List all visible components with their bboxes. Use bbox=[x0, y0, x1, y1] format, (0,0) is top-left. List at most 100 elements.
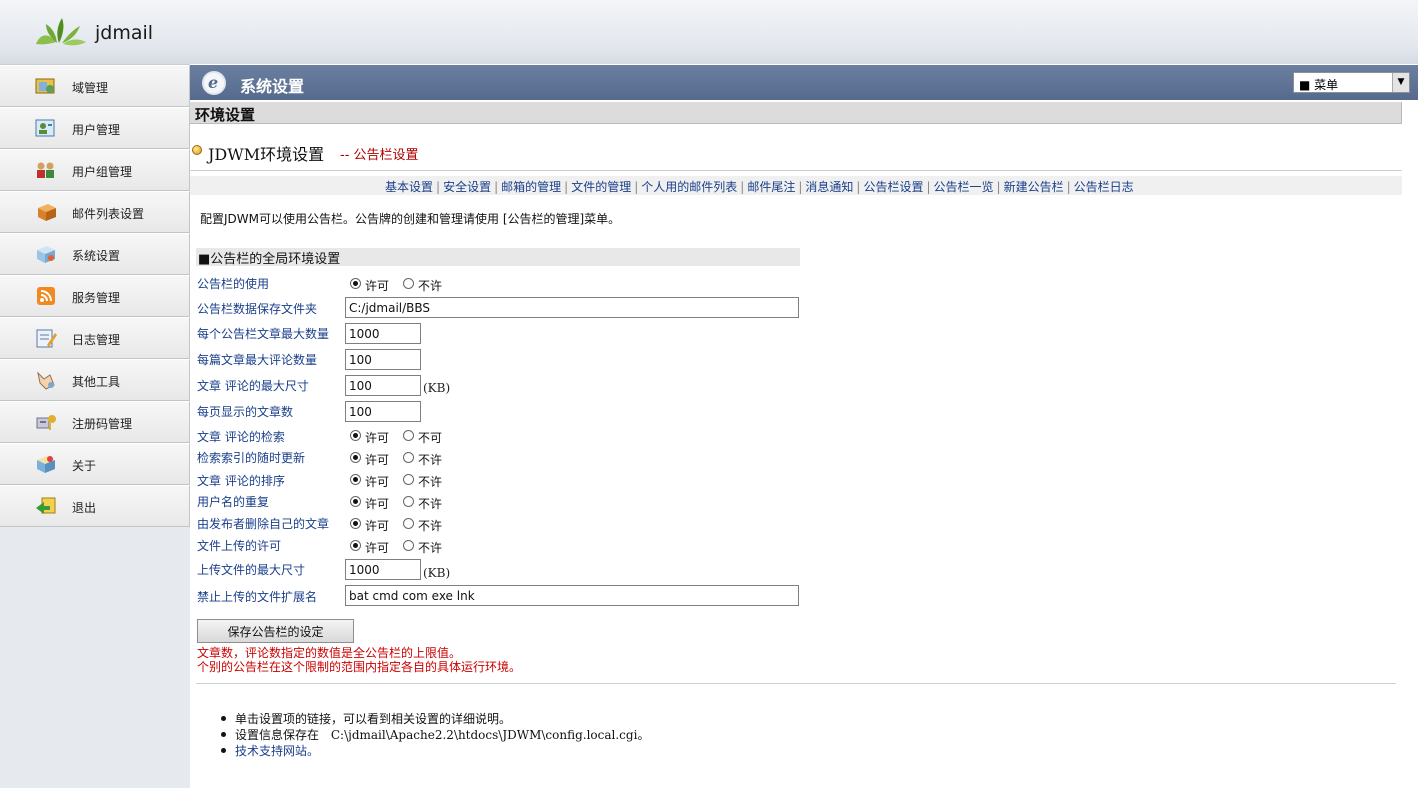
title-bar: e 系统设置 bbox=[190, 65, 1418, 100]
nav-link-security[interactable]: 安全设置 bbox=[443, 180, 491, 194]
sidebar-item-label: 其他工具 bbox=[72, 375, 121, 389]
radio-self-delete-no[interactable] bbox=[403, 518, 414, 529]
logo-text: jdmail bbox=[95, 22, 154, 44]
sidebar-item-register-keys[interactable]: 注册码管理 bbox=[0, 401, 190, 443]
radio-label: 不许 bbox=[418, 519, 443, 533]
radio-sort-yes[interactable] bbox=[350, 474, 361, 485]
bullet-dot bbox=[221, 732, 226, 737]
sidebar-item-tools[interactable]: 其他工具 bbox=[0, 359, 190, 401]
sidebar-item-about[interactable]: 关于 bbox=[0, 443, 190, 485]
nav-link-new-bbs[interactable]: 新建公告栏 bbox=[1004, 180, 1064, 194]
support-link[interactable]: 技术支持网站。 bbox=[235, 742, 319, 759]
tools-hand-icon bbox=[37, 371, 55, 390]
intro-text: 配置JDWM可以使用公告栏。公告牌的创建和管理请使用 [公告栏的管理]菜单。 bbox=[200, 212, 621, 226]
radio-search-yes[interactable] bbox=[350, 430, 361, 441]
sidebar-item-services[interactable]: 服务管理 bbox=[0, 275, 190, 317]
label-index-update[interactable]: 检索索引的随时更新 bbox=[197, 449, 305, 466]
note-line-2: 个别的公告栏在这个限制的范围内指定各自的具体运行环境。 bbox=[197, 660, 522, 674]
radio-bbs-use-no[interactable] bbox=[403, 278, 414, 289]
sidebar-item-label: 退出 bbox=[72, 501, 97, 515]
user-group-icon bbox=[37, 162, 54, 178]
config-path-suffix: 。 bbox=[637, 728, 650, 742]
nav-link-files[interactable]: 文件的管理 bbox=[571, 180, 631, 194]
radio-label: 不可 bbox=[418, 431, 443, 445]
sidebar-item-exit[interactable]: 退出 bbox=[0, 485, 190, 527]
nav-link-mailbox[interactable]: 邮箱的管理 bbox=[501, 180, 561, 194]
label-upload-allow[interactable]: 文件上传的许可 bbox=[197, 537, 281, 554]
label-data-folder[interactable]: 公告栏数据保存文件夹 bbox=[197, 300, 317, 317]
config-path-prefix: 设置信息保存在 bbox=[235, 728, 320, 742]
user-card-icon bbox=[35, 119, 55, 137]
label-sort[interactable]: 文章 评论的排序 bbox=[197, 472, 285, 489]
nav-link-basic[interactable]: 基本设置 bbox=[385, 180, 433, 194]
sidebar-item-label: 注册码管理 bbox=[72, 417, 133, 431]
radio-upload-allow-no[interactable] bbox=[403, 540, 414, 551]
rss-service-icon bbox=[37, 287, 55, 305]
radio-index-update-no[interactable] bbox=[403, 452, 414, 463]
nav-link-personal-list[interactable]: 个人用的邮件列表 bbox=[641, 180, 737, 194]
sidebar-item-users[interactable]: 用户管理 bbox=[0, 107, 190, 149]
label-blocked-ext[interactable]: 禁止上传的文件扩展名 bbox=[197, 588, 317, 605]
top-header: jdmail bbox=[0, 0, 1418, 64]
label-search[interactable]: 文章 评论的检索 bbox=[197, 428, 285, 445]
radio-index-update-yes[interactable] bbox=[350, 452, 361, 463]
blocked-ext-input[interactable] bbox=[345, 585, 799, 606]
nav-link-bbs-settings[interactable]: 公告栏设置 bbox=[863, 180, 923, 194]
sidebar-item-label: 用户组管理 bbox=[72, 165, 133, 179]
radio-label: 许可 bbox=[365, 279, 390, 293]
radio-dup-user-no[interactable] bbox=[403, 496, 414, 507]
label-upload-max[interactable]: 上传文件的最大尺寸 bbox=[197, 561, 305, 578]
unit-kb: (KB) bbox=[423, 381, 451, 395]
radio-label: 不许 bbox=[418, 475, 443, 489]
settings-section-title: ■公告栏的全局环境设置 bbox=[198, 252, 341, 267]
per-page-input[interactable] bbox=[345, 401, 421, 422]
radio-sort-no[interactable] bbox=[403, 474, 414, 485]
menu-select[interactable]: ■ 菜单 ▼ bbox=[1293, 72, 1410, 93]
sidebar-item-label: 日志管理 bbox=[72, 333, 121, 347]
sidebar-item-domain[interactable]: 域管理 bbox=[0, 65, 190, 107]
sidebar-item-logs[interactable]: 日志管理 bbox=[0, 317, 190, 359]
data-folder-input[interactable] bbox=[345, 297, 799, 318]
nav-link-footer[interactable]: 邮件尾注 bbox=[747, 180, 795, 194]
system-settings-icon bbox=[37, 246, 55, 263]
radio-label: 不许 bbox=[418, 279, 443, 293]
settings-section-header: ■公告栏的全局环境设置 bbox=[196, 248, 800, 267]
config-path-line: 设置信息保存在 C:\jdmail\Apache2.2\htdocs\JDWM\… bbox=[235, 726, 649, 743]
radio-upload-allow-yes[interactable] bbox=[350, 540, 361, 551]
sidebar-item-label: 系统设置 bbox=[72, 249, 121, 263]
radio-search-no[interactable] bbox=[403, 430, 414, 441]
chevron-down-icon[interactable]: ▼ bbox=[1392, 73, 1409, 92]
bullet-dot bbox=[221, 748, 226, 753]
radio-label: 许可 bbox=[365, 497, 390, 511]
nav-link-bbs-list[interactable]: 公告栏一览 bbox=[934, 180, 994, 194]
about-box-icon bbox=[37, 456, 55, 473]
sidebar-item-user-groups[interactable]: 用户组管理 bbox=[0, 149, 190, 191]
max-articles-input[interactable] bbox=[345, 323, 421, 344]
radio-dup-user-yes[interactable] bbox=[350, 496, 361, 507]
sidebar-item-system-settings[interactable]: 系统设置 bbox=[0, 233, 190, 275]
nav-link-bbs-log[interactable]: 公告栏日志 bbox=[1074, 180, 1134, 194]
radio-label: 许可 bbox=[365, 519, 390, 533]
radio-self-delete-yes[interactable] bbox=[350, 518, 361, 529]
radio-label: 许可 bbox=[365, 453, 390, 467]
label-max-comments[interactable]: 每篇文章最大评论数量 bbox=[197, 351, 317, 368]
upload-max-input[interactable] bbox=[345, 559, 421, 580]
exit-arrow-icon bbox=[36, 497, 56, 514]
max-comments-input[interactable] bbox=[345, 349, 421, 370]
radio-label: 不许 bbox=[418, 453, 443, 467]
label-self-delete[interactable]: 由发布者删除自己的文章 bbox=[197, 515, 329, 532]
sidebar-item-mail-list[interactable]: 邮件列表设置 bbox=[0, 191, 190, 233]
max-size-input[interactable] bbox=[345, 375, 421, 396]
nav-link-notify[interactable]: 消息通知 bbox=[805, 180, 853, 194]
label-per-page[interactable]: 每页显示的文章数 bbox=[197, 403, 293, 420]
save-bbs-settings-button[interactable]: 保存公告栏的设定 bbox=[197, 619, 354, 643]
radio-bbs-use-yes[interactable] bbox=[350, 278, 361, 289]
page-title: 系统设置 bbox=[240, 77, 305, 96]
radio-label: 不许 bbox=[418, 497, 443, 511]
label-bbs-use[interactable]: 公告栏的使用 bbox=[197, 275, 269, 292]
radio-label: 许可 bbox=[365, 431, 390, 445]
label-dup-user[interactable]: 用户名的重复 bbox=[197, 493, 269, 510]
label-max-size[interactable]: 文章 评论的最大尺寸 bbox=[197, 377, 309, 394]
bullet-dot bbox=[221, 716, 226, 721]
label-max-articles[interactable]: 每个公告栏文章最大数量 bbox=[197, 325, 329, 342]
